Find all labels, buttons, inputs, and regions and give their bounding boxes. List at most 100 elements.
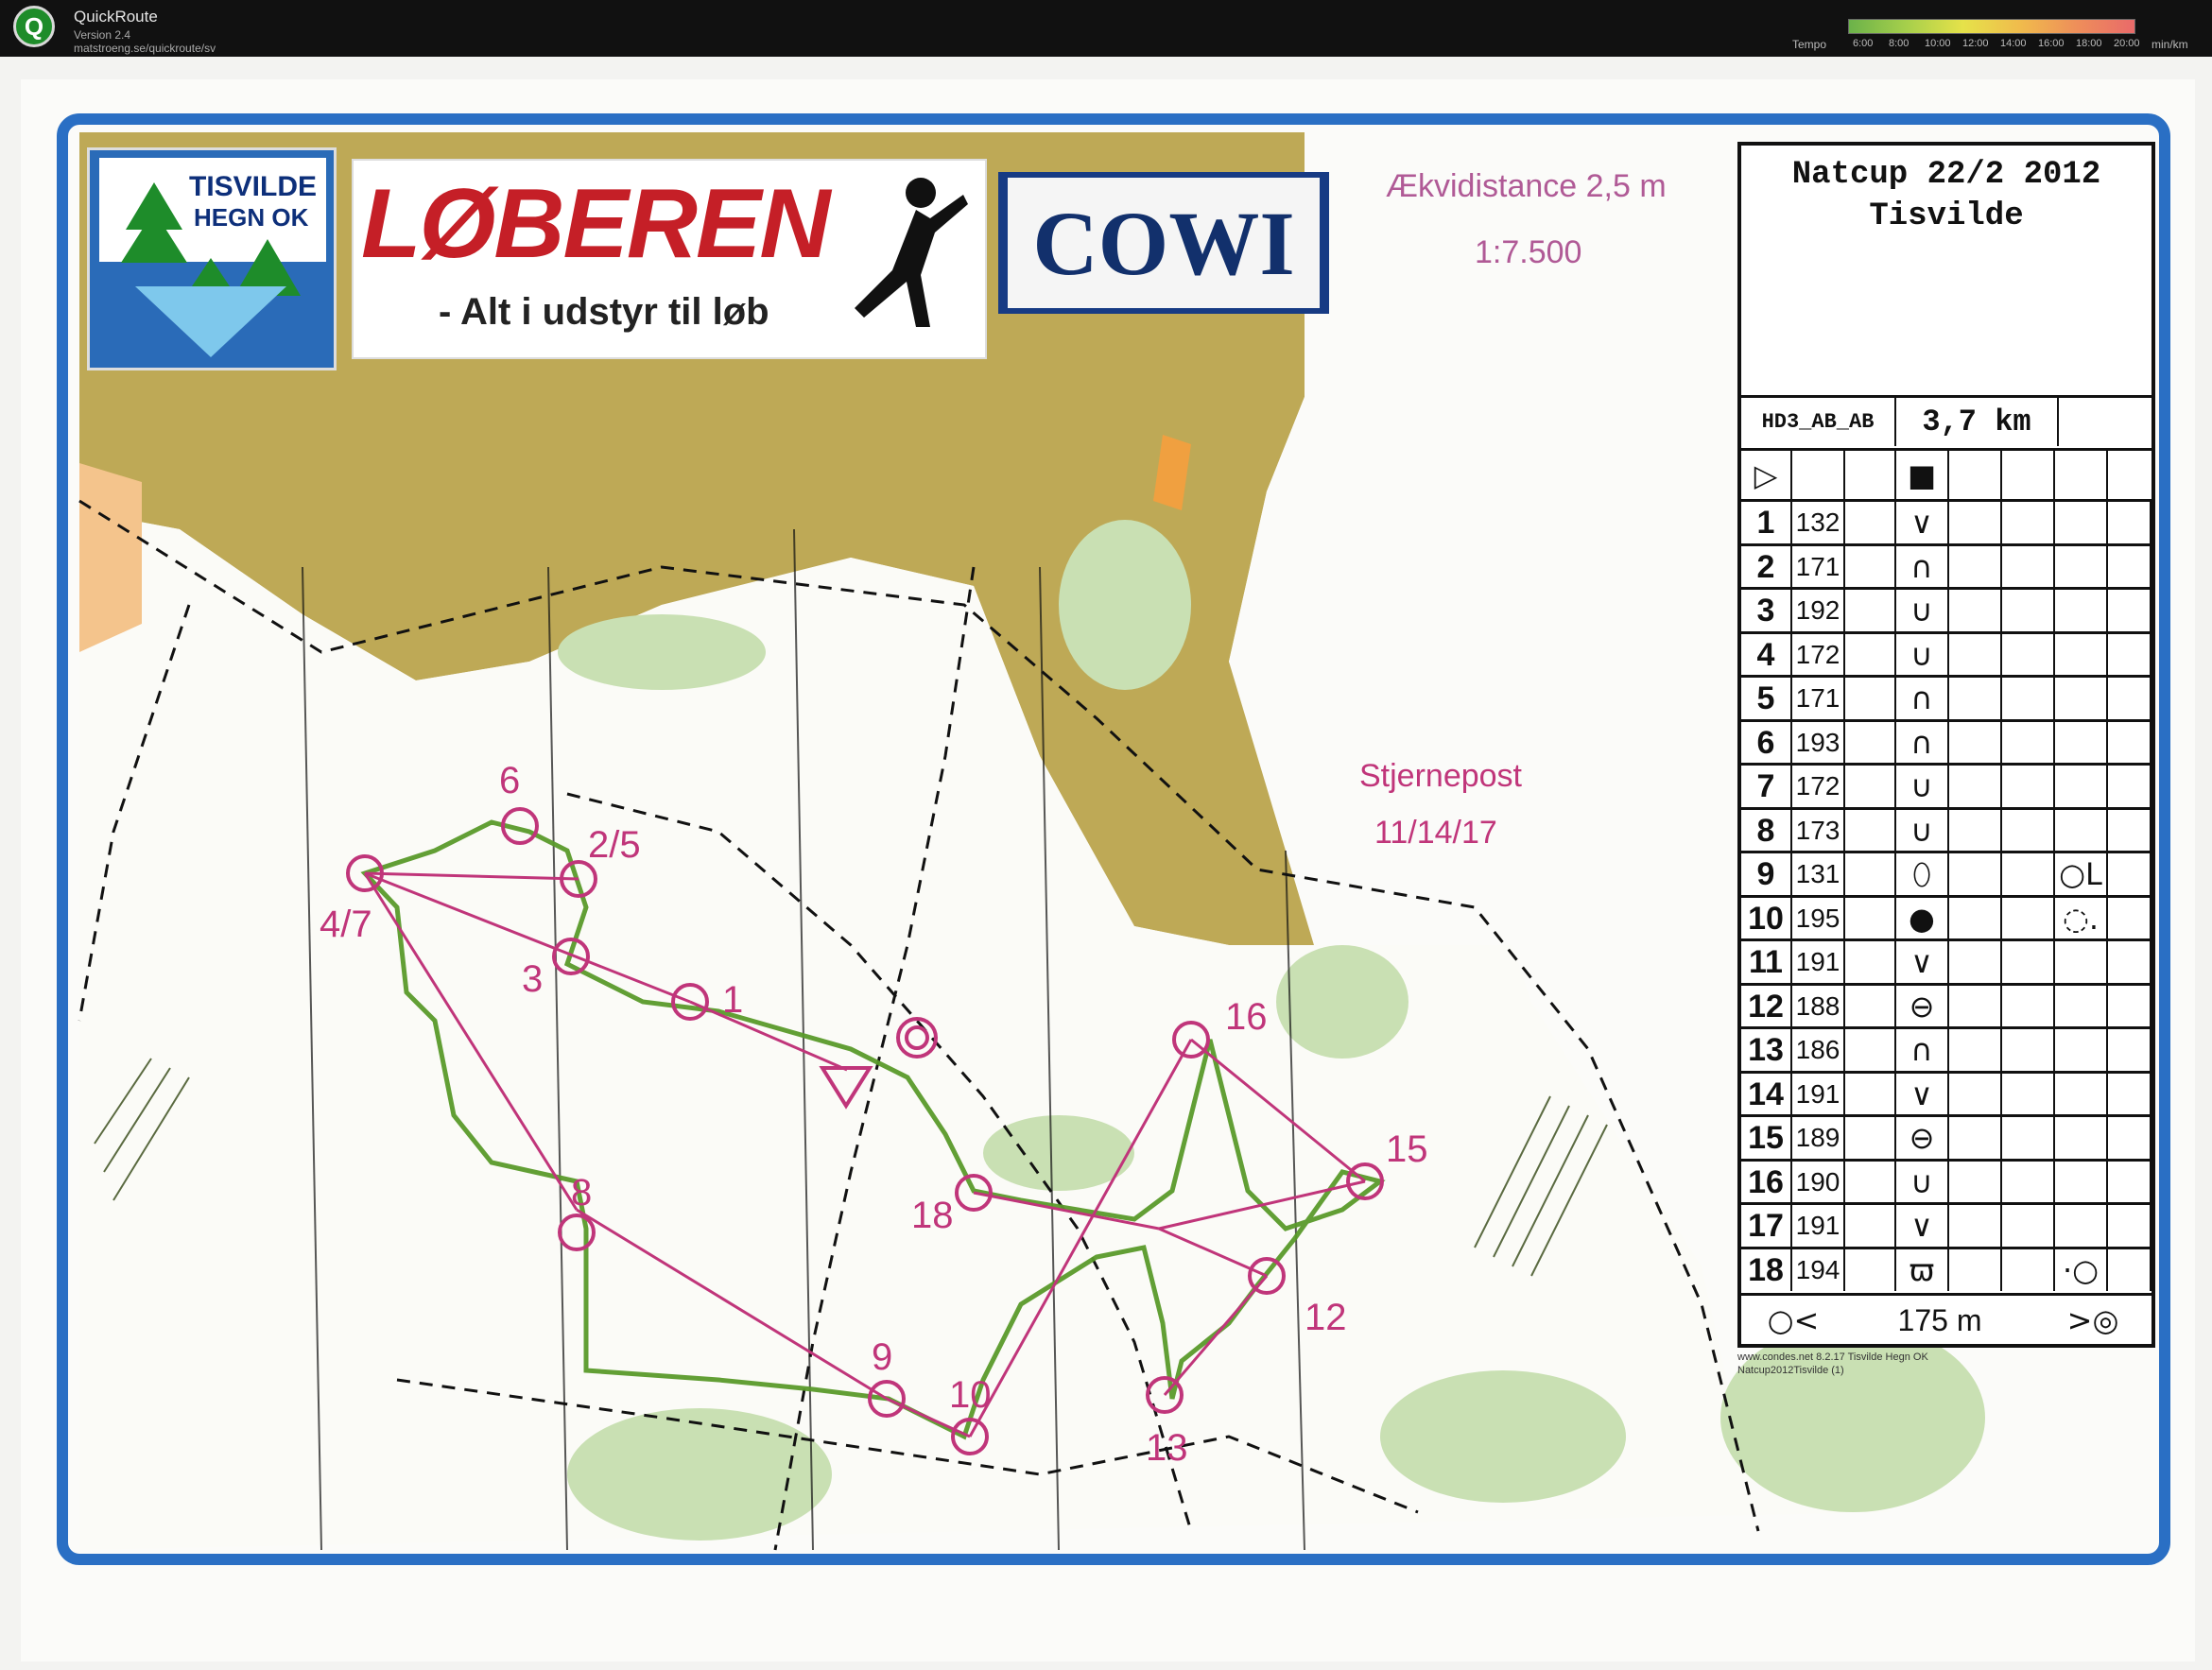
cd-cell: [2002, 853, 2055, 895]
cd-cell: [2002, 941, 2055, 983]
map-scale-label: 1:7.500: [1475, 234, 1582, 270]
control-number: 11: [1741, 941, 1792, 983]
cd-cell: [2002, 1073, 2055, 1115]
control-row: 17 191 ∨: [1741, 1202, 2152, 1247]
control-location-icon: [2055, 590, 2108, 631]
cd-cell: [1845, 1117, 1896, 1159]
cd-cell: [2108, 1248, 2152, 1291]
event-title: Natcup 22/2 2012: [1791, 157, 2101, 193]
control-number: 9: [1741, 853, 1792, 895]
control-location-icon: [2055, 1205, 2108, 1247]
control-location-icon: [2055, 1029, 2108, 1071]
control-code: 131: [1792, 853, 1845, 895]
cd-cell: [2002, 1117, 2055, 1159]
control-label: 4/7: [320, 904, 372, 945]
control-feature-icon: ∨: [1896, 941, 1949, 983]
control-code: 191: [1792, 1073, 1845, 1115]
course-length: 3,7 km: [1896, 398, 2059, 446]
control-label: 9: [872, 1336, 893, 1378]
cd-cell: [2002, 897, 2055, 939]
cd-cell: [2002, 1029, 2055, 1071]
cd-cell: [2002, 633, 2055, 676]
cd-cell: [2002, 451, 2055, 499]
cd-cell: [2002, 1248, 2055, 1291]
control-number: 13: [1741, 1029, 1792, 1071]
software-credit: www.condes.net 8.2.17 Tisvilde Hegn OK: [1737, 1351, 1928, 1363]
cd-cell: [2108, 1161, 2152, 1203]
control-number: 2: [1741, 545, 1792, 588]
control-label: 10: [949, 1374, 992, 1416]
control-code: 171: [1792, 678, 1845, 719]
course-file-name: Natcup2012Tisvilde (1): [1737, 1365, 1844, 1376]
tree-icon: [121, 182, 301, 357]
cd-cell: [1949, 853, 2002, 895]
control-code: 193: [1792, 721, 1845, 764]
control-row: 14 191 ∨: [1741, 1070, 2152, 1115]
equidistance-label: Ækvidistance 2,5 m: [1386, 168, 1667, 204]
control-label: 1: [722, 979, 744, 1021]
control-row: 5 171 ∩: [1741, 675, 2152, 719]
control-location-icon: [2055, 766, 2108, 807]
cd-cell: [1949, 678, 2002, 719]
control-number: 12: [1741, 985, 1792, 1027]
cd-cell: [2002, 502, 2055, 543]
control-code: 171: [1792, 545, 1845, 588]
event-location: Tisvilde: [1869, 198, 2024, 234]
control-label: 12: [1305, 1297, 1347, 1338]
start-triangle-icon: ▷: [1741, 451, 1792, 499]
control-feature-icon: ∪: [1896, 633, 1949, 676]
cd-cell: [1949, 766, 2002, 807]
cd-cell: [2108, 1029, 2152, 1071]
cd-cell: [2002, 721, 2055, 764]
control-location-icon: [2055, 809, 2108, 852]
control-feature-icon: ∨: [1896, 1073, 1949, 1115]
cd-cell: [1845, 985, 1896, 1027]
control-label: 2/5: [588, 824, 641, 866]
control-code: 172: [1792, 633, 1845, 676]
club-logo: TISVILDE HEGN OK: [87, 147, 337, 370]
cd-cell: [1949, 1205, 2002, 1247]
cd-cell: [1845, 502, 1896, 543]
sponsor-loberen-title: LØBEREN: [361, 169, 830, 279]
cd-cell: [2002, 1205, 2055, 1247]
control-location-icon: [2055, 678, 2108, 719]
cd-cell: [2002, 590, 2055, 631]
control-location-icon: ·○: [2055, 1248, 2108, 1291]
start-feature-icon: ■: [1896, 451, 1949, 499]
control-number: 14: [1741, 1073, 1792, 1115]
control-number: 5: [1741, 678, 1792, 719]
cd-cell: [2002, 809, 2055, 852]
control-feature-icon: ∪: [1896, 766, 1949, 807]
control-code: 194: [1792, 1248, 1845, 1291]
control-feature-icon: ⊖: [1896, 985, 1949, 1027]
control-location-icon: [2055, 545, 2108, 588]
control-feature-icon: ∪: [1896, 1161, 1949, 1203]
finish-right-icon: >◎: [2066, 1302, 2119, 1338]
cd-cell: [2108, 1205, 2152, 1247]
control-number: 10: [1741, 897, 1792, 939]
cd-cell: [2055, 451, 2108, 499]
control-row: 16 190 ∪: [1741, 1158, 2152, 1203]
control-row: 18 194 ϖ ·○: [1741, 1246, 2152, 1291]
control-number: 4: [1741, 633, 1792, 676]
control-number: 1: [1741, 502, 1792, 543]
cd-cell: [2108, 941, 2152, 983]
cd-cell: [1949, 1117, 2002, 1159]
control-row: 6 193 ∩: [1741, 718, 2152, 764]
cd-cell: [2108, 1117, 2152, 1159]
cd-cell: [2108, 853, 2152, 895]
cd-cell: [2002, 766, 2055, 807]
control-row: 8 173 ∪: [1741, 806, 2152, 852]
control-feature-icon: ∪: [1896, 590, 1949, 631]
cd-cell: [1845, 1205, 1896, 1247]
control-feature-icon: ∩: [1896, 1029, 1949, 1071]
control-row: 7 172 ∪: [1741, 763, 2152, 807]
cd-cell: [2108, 633, 2152, 676]
cd-cell: [1949, 1029, 2002, 1071]
control-label: 18: [911, 1195, 954, 1236]
sponsor-cowi-logo: COWI: [1008, 178, 1320, 308]
cd-cell: [1949, 897, 2002, 939]
control-code: 195: [1792, 897, 1845, 939]
control-feature-icon: ∨: [1896, 502, 1949, 543]
control-code: 186: [1792, 1029, 1845, 1071]
